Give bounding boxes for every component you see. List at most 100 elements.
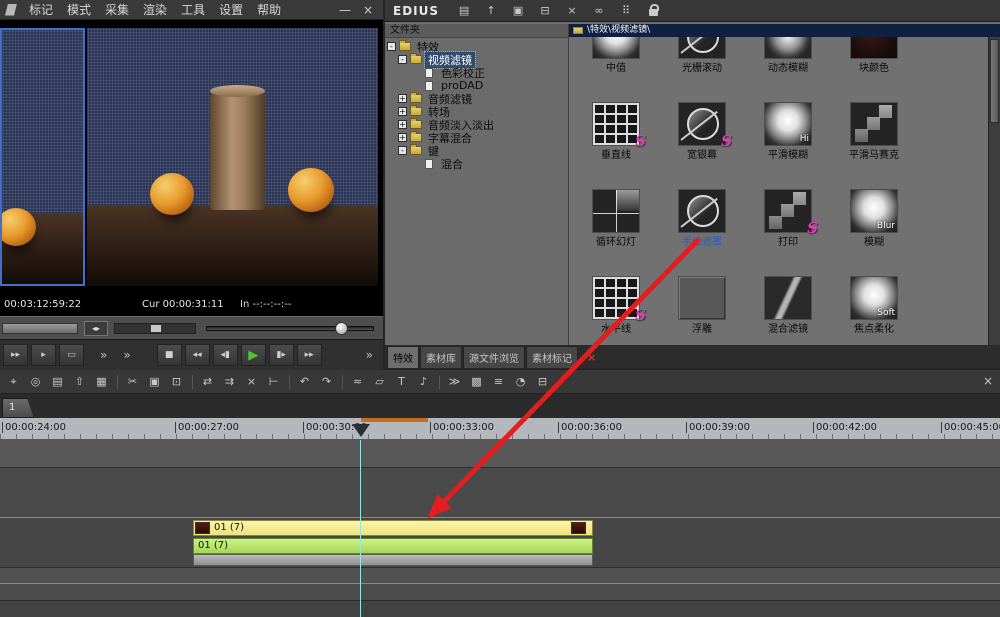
timeline-track[interactable] [0, 600, 1000, 617]
effect-item-emboss[interactable]: 浮雕 [659, 272, 745, 345]
menu-render[interactable]: 渲染 [136, 0, 174, 20]
effect-item-median[interactable]: 中值 [573, 37, 659, 98]
mixer-icon[interactable]: ≡ [488, 373, 509, 391]
fade-icon[interactable]: ≈ [347, 373, 368, 391]
recorder-pane[interactable] [87, 28, 378, 286]
close-icon[interactable]: × [561, 3, 583, 19]
effect-item-loop-slide[interactable]: 循环幻灯 [573, 185, 659, 272]
effect-item-print[interactable]: S 打印 [745, 185, 831, 272]
effect-item-blur[interactable]: Blur 模糊 [831, 185, 917, 272]
collapse-icon[interactable]: - [398, 146, 407, 155]
layout-icon[interactable]: ▣ [507, 3, 529, 19]
tab-bin[interactable]: 素材库 [420, 346, 462, 368]
tree-item-title-mixer[interactable]: + 字幕混合 [385, 131, 568, 145]
overwrite-icon[interactable]: ⇉ [219, 373, 240, 391]
effect-item-raster-scroll[interactable]: 光栅滚动 [659, 37, 745, 98]
clock-icon[interactable]: ◔ [510, 373, 531, 391]
position-thumb[interactable] [335, 322, 348, 335]
collapse-icon[interactable]: - [398, 55, 407, 64]
title-icon[interactable]: T [391, 373, 412, 391]
more-controls-icon[interactable]: » [366, 348, 373, 362]
tree-item-effects[interactable]: - 特效 [385, 40, 568, 54]
timeline-tracks[interactable]: 01 (7) 01 (7) [0, 440, 1000, 617]
effect-item-block-color[interactable]: 块颜色 [831, 37, 917, 98]
tree-item-audio-fade[interactable]: + 音频淡入淡出 [385, 118, 568, 132]
menu-help[interactable]: 帮助 [250, 0, 288, 20]
tree-item-audio-filters[interactable]: + 音频滤镜 [385, 92, 568, 106]
video-clip[interactable]: 01 (7) [193, 520, 593, 536]
timeline-ruler[interactable]: 00:00:24:00 00:00:27:00 00:00:30:00 00:0… [0, 418, 1000, 440]
split-view-icon[interactable]: ⊟ [534, 3, 556, 19]
collapse-icon[interactable]: - [387, 42, 396, 51]
transition-icon[interactable]: ▱ [369, 373, 390, 391]
tree-item-prodad[interactable]: proDAD [385, 79, 568, 92]
sequence-tab[interactable]: 1 [2, 398, 34, 418]
monitor-button[interactable]: ▭ [59, 344, 84, 366]
export-icon[interactable]: ⇧ [69, 373, 90, 391]
expand-icon[interactable]: + [398, 120, 407, 129]
expand-icon[interactable]: + [398, 107, 407, 116]
pattern-icon[interactable]: ▩ [466, 373, 487, 391]
timeline-track[interactable] [0, 583, 1000, 600]
paste-icon[interactable]: ⊡ [166, 373, 187, 391]
menu-tools[interactable]: 工具 [174, 0, 212, 20]
tab-clip-marker[interactable]: 素材标记 [526, 346, 578, 368]
tree-item-color-correction[interactable]: 色彩校正 [385, 66, 568, 80]
timeline-track[interactable] [0, 467, 1000, 517]
snap-icon[interactable]: ◎ [25, 373, 46, 391]
voiceover-icon[interactable]: ♪ [413, 373, 434, 391]
close-icon[interactable]: × [587, 351, 596, 364]
undo-icon[interactable]: ↶ [294, 373, 315, 391]
more-controls-icon[interactable]: » [100, 348, 107, 362]
effect-item-combine-filters[interactable]: 混合滤镜 [745, 272, 831, 345]
position-slider[interactable] [206, 322, 374, 335]
cut-icon[interactable]: ✂ [122, 373, 143, 391]
effect-item-widescreen[interactable]: S 宽银幕 [659, 98, 745, 185]
more-controls-icon[interactable]: » [123, 348, 130, 362]
player-pane[interactable] [0, 28, 85, 286]
effect-item-horizontal-lines[interactable]: S 水平线 [573, 272, 659, 345]
sync-icon[interactable]: ≫ [444, 373, 465, 391]
folder-icon[interactable]: ▤ [453, 3, 475, 19]
close-icon[interactable]: × [983, 374, 993, 388]
expand-icon[interactable]: + [398, 94, 407, 103]
expand-icon[interactable]: + [398, 133, 407, 142]
audio-clip[interactable] [193, 554, 593, 566]
tree-item-blend[interactable]: 混合 [385, 157, 568, 171]
play-alt-button[interactable]: ▸ [31, 344, 56, 366]
scrollbar[interactable] [988, 37, 1000, 345]
shuttle-slider[interactable] [114, 323, 196, 334]
next-frame-button[interactable]: ▮▸ [268, 344, 294, 366]
rewind-button[interactable]: ◂◂ [184, 344, 210, 366]
menu-settings[interactable]: 设置 [212, 0, 250, 20]
up-level-icon[interactable]: ↑ [480, 3, 502, 19]
effect-item-smooth-mosaic[interactable]: 平滑马赛克 [831, 98, 917, 185]
jog-toggle-button[interactable]: ◂▸ [84, 321, 108, 336]
close-icon[interactable]: × [363, 3, 373, 17]
timeline-track[interactable] [0, 440, 1000, 467]
select-tool-icon[interactable]: ⌖ [3, 373, 24, 391]
copy-icon[interactable]: ▣ [144, 373, 165, 391]
save-icon[interactable]: ▦ [91, 373, 112, 391]
lock-icon[interactable] [642, 3, 664, 19]
fast-forward-button[interactable]: ▸▸ [296, 344, 322, 366]
fast-forward-button[interactable]: ▸▸ [3, 344, 28, 366]
grid-view-icon[interactable]: ⠿ [615, 3, 637, 19]
redo-icon[interactable]: ↷ [316, 373, 337, 391]
previous-frame-button[interactable]: ◂▮ [212, 344, 238, 366]
tree-item-keyers[interactable]: - 键 [385, 144, 568, 158]
play-button[interactable]: ▶ [240, 344, 266, 366]
effect-item-hand-drawn-mask[interactable]: 手绘遮罩 [659, 185, 745, 272]
trim-icon[interactable]: ⊢ [263, 373, 284, 391]
effect-item-smooth-blur[interactable]: Hi 平滑模糊 [745, 98, 831, 185]
ripple-icon[interactable]: ⇄ [197, 373, 218, 391]
link-icon[interactable]: ∞ [588, 3, 610, 19]
stop-button[interactable]: ■ [156, 344, 182, 366]
playhead-marker[interactable] [352, 424, 370, 437]
delete-icon[interactable]: × [241, 373, 262, 391]
menu-mark[interactable]: 标记 [22, 0, 60, 20]
list-icon[interactable]: ⊟ [532, 373, 553, 391]
scrollbar-thumb[interactable] [990, 39, 999, 123]
tab-source-browser[interactable]: 源文件浏览 [463, 346, 525, 368]
effect-item-motion-blur[interactable]: 动态模糊 [745, 37, 831, 98]
